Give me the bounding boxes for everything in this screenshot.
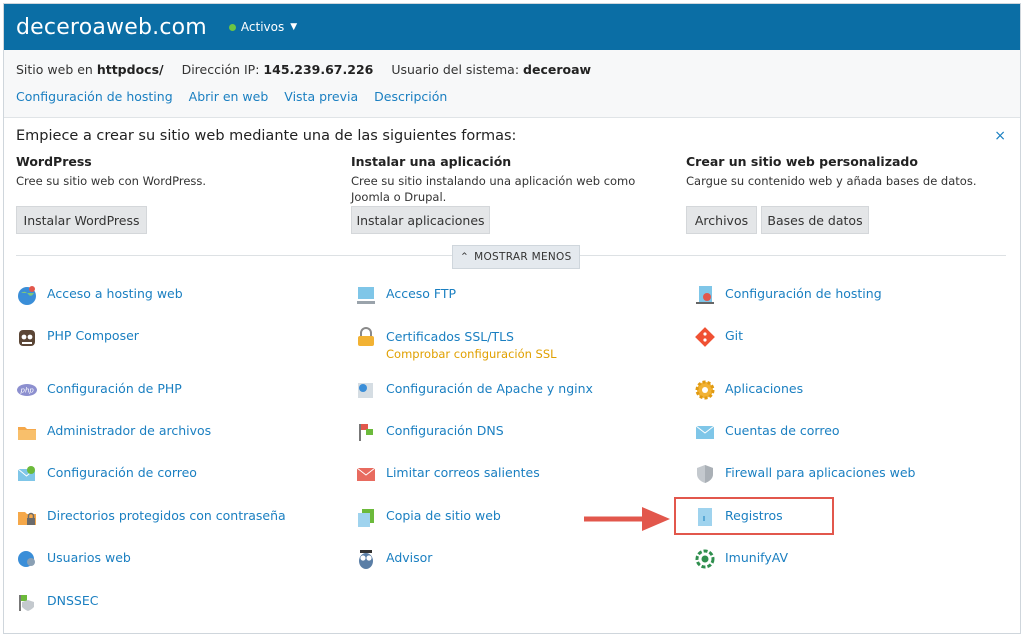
tools-panel: × Empiece a crear su sitio web mediante … [4, 117, 1020, 633]
logs-highlight-box [674, 497, 834, 535]
tool-ftp-access[interactable]: Acceso FTP [355, 284, 456, 306]
site-path-info: Sitio web en httpdocs/ [16, 62, 164, 77]
tool-mail-accounts[interactable]: Cuentas de correo [694, 421, 840, 443]
tool-mail-settings[interactable]: Configuración de correo [16, 463, 197, 485]
tool-hosting-settings[interactable]: Configuración de hosting [694, 284, 882, 306]
databases-button[interactable]: Bases de datos [761, 206, 869, 234]
dnssec-icon [16, 591, 38, 613]
description-link[interactable]: Descripción [374, 89, 447, 104]
hosting-settings-icon [694, 284, 716, 306]
custom-site-column: Crear un sitio web personalizado Cargue … [686, 154, 1006, 189]
tool-imunifyav[interactable]: ImunifyAV [694, 548, 788, 570]
tool-apache-nginx[interactable]: Configuración de Apache y nginx [355, 379, 593, 401]
svg-text:php: php [20, 387, 35, 395]
red-arrow-icon [584, 507, 670, 531]
docroot-link[interactable]: httpdocs/ [97, 62, 164, 77]
mail-settings-icon [16, 463, 38, 485]
status-label: Activos [240, 20, 285, 34]
close-icon[interactable]: × [994, 128, 1006, 144]
show-less-toggle[interactable]: ⌃ MOSTRAR MENOS [452, 245, 580, 269]
tool-web-users[interactable]: Usuarios web [16, 548, 131, 570]
tool-web-hosting-access[interactable]: Acceso a hosting web [16, 284, 183, 306]
tool-file-manager[interactable]: Administrador de archivos [16, 421, 211, 443]
tool-protected-dirs[interactable]: Directorios protegidos con contraseña [16, 506, 286, 528]
column-title: Instalar una aplicación [351, 154, 512, 169]
column-desc: Cree su sitio instalando una aplicación … [351, 174, 636, 204]
caret-down-icon: ▼ [290, 22, 298, 32]
lock-icon [355, 326, 377, 348]
install-wordpress-button[interactable]: Instalar WordPress [16, 206, 147, 234]
app-frame: deceroaweb.com Activos ▼ Sitio web en ht… [3, 3, 1021, 634]
php-icon: php [16, 379, 38, 401]
tool-php-settings[interactable]: php Configuración de PHP [16, 379, 182, 401]
git-icon [694, 326, 716, 348]
gear-icon [694, 379, 716, 401]
system-user-info: Usuario del sistema: deceroaw [391, 62, 592, 77]
ip-info: Dirección IP: 145.239.67.226 [181, 62, 374, 77]
tool-outgoing-mail-limit[interactable]: Limitar correos salientes [355, 463, 540, 485]
site-info: Sitio web en httpdocs/ Dirección IP: 145… [16, 62, 591, 77]
tool-advisor[interactable]: Advisor [355, 548, 432, 570]
composer-icon [16, 326, 38, 348]
files-button[interactable]: Archivos [686, 206, 757, 234]
folder-lock-icon [16, 506, 38, 528]
copy-icon [355, 506, 377, 528]
server-settings-icon [355, 379, 377, 401]
app-install-column: Instalar una aplicación Cree su sitio in… [351, 154, 669, 205]
column-title: Crear un sitio web personalizado [686, 154, 918, 169]
header-bar: deceroaweb.com Activos ▼ [4, 4, 1020, 50]
preview-link[interactable]: Vista previa [284, 89, 358, 104]
check-ssl-link[interactable]: Comprobar configuración SSL [386, 347, 557, 361]
envelope-icon [694, 421, 716, 443]
tool-php-composer[interactable]: PHP Composer [16, 326, 139, 348]
hosting-settings-link[interactable]: Configuración de hosting [16, 89, 173, 104]
web-users-icon [16, 548, 38, 570]
tool-web-app-firewall[interactable]: Firewall para aplicaciones web [694, 463, 916, 485]
globe-user-icon [16, 284, 38, 306]
domain-title: deceroaweb.com [16, 14, 207, 40]
tool-website-copy[interactable]: Copia de sitio web [355, 506, 501, 528]
status-dot-icon [228, 23, 236, 31]
column-desc: Cargue su contenido web y añada bases de… [686, 174, 977, 188]
tool-applications[interactable]: Aplicaciones [694, 379, 803, 401]
open-in-web-link[interactable]: Abrir en web [189, 89, 269, 104]
tool-ssl-certificates[interactable]: Certificados SSL/TLS Comprobar configura… [355, 326, 557, 361]
install-apps-button[interactable]: Instalar aplicaciones [351, 206, 490, 234]
ftp-icon [355, 284, 377, 306]
ssl-label: Certificados SSL/TLS [386, 329, 514, 344]
status-dropdown[interactable]: Activos ▼ [228, 20, 298, 34]
column-title: WordPress [16, 154, 92, 169]
tool-dnssec[interactable]: DNSSEC [16, 591, 98, 613]
tool-dns-settings[interactable]: Configuración DNS [355, 421, 504, 443]
wordpress-column: WordPress Cree su sitio web con WordPres… [16, 154, 336, 189]
intro-title: Empiece a crear su sitio web mediante un… [16, 128, 517, 144]
imunify-icon [694, 548, 716, 570]
tool-git[interactable]: Git [694, 326, 743, 348]
site-links: Configuración de hosting Abrir en web Vi… [16, 89, 447, 104]
folder-icon [16, 421, 38, 443]
chevron-up-icon: ⌃ [460, 251, 470, 263]
column-desc: Cree su sitio web con WordPress. [16, 174, 207, 188]
dns-flags-icon [355, 421, 377, 443]
mail-limit-icon [355, 463, 377, 485]
owl-icon [355, 548, 377, 570]
shield-icon [694, 463, 716, 485]
